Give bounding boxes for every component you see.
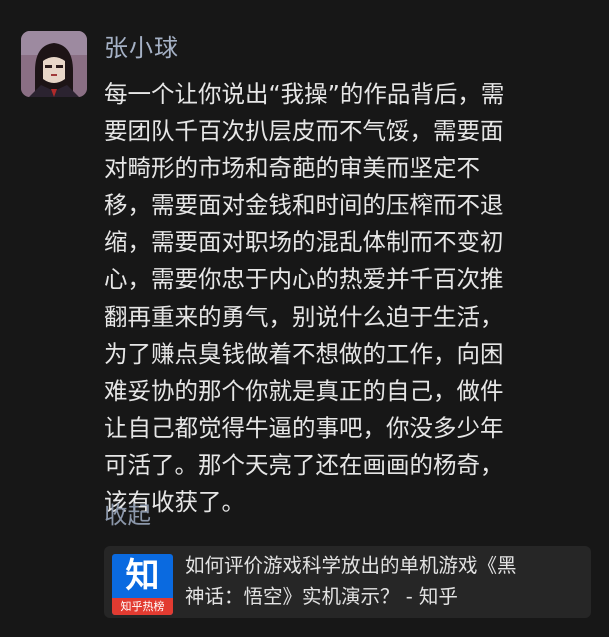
comment-line: 缩，需要面对职场的混乱体制而不变初 — [104, 228, 504, 257]
comment-line: 难妥协的那个你就是真正的自己，做件 — [104, 376, 504, 405]
collapse-button[interactable]: 收起 — [104, 497, 151, 533]
link-title: 如何评价游戏科学放出的单机游戏《黑 神话：悟空》实机演示？ - 知乎 — [185, 550, 585, 612]
comment-line: 对畸形的市场和奇葩的审美而坚定不 — [104, 154, 480, 183]
avatar[interactable] — [21, 31, 87, 97]
link-card[interactable]: 知 知乎热榜 如何评价游戏科学放出的单机游戏《黑 神话：悟空》实机演示？ - 知… — [104, 546, 591, 618]
username[interactable]: 张小球 — [104, 30, 179, 66]
link-title-line: 神话：悟空》实机演示？ - 知乎 — [185, 585, 458, 608]
link-title-line: 如何评价游戏科学放出的单机游戏《黑 — [185, 554, 517, 577]
avatar-portrait-icon — [21, 31, 87, 97]
comment-line: 移，需要面对金钱和时间的压榨而不退 — [104, 191, 504, 220]
comment-body: 每一个让你说出“我操”的作品背后，需 要团队千百次扒层皮而不气馁，需要面 对畸形… — [104, 76, 582, 521]
comment-line: 可活了。那个天亮了还在画画的杨奇， — [104, 450, 504, 479]
comment-line: 为了赚点臭钱做着不想做的工作，向困 — [104, 339, 504, 368]
comment-line: 让自己都觉得牛逼的事吧，你没多少年 — [104, 413, 504, 442]
comment-line: 该有收获了。 — [104, 488, 245, 517]
zhihu-logo-icon: 知 知乎热榜 — [112, 554, 173, 615]
comment-line: 翻再重来的勇气，别说什么迫于生活， — [104, 302, 504, 331]
comment-line: 每一个让你说出“我操”的作品背后，需 — [104, 80, 505, 108]
comment-line: 心，需要你忠于内心的热爱并千百次推 — [104, 265, 504, 294]
comment-item: 张小球 每一个让你说出“我操”的作品背后，需 要团队千百次扒层皮而不气馁，需要面… — [0, 0, 609, 637]
comment-line: 要团队千百次扒层皮而不气馁，需要面 — [104, 117, 504, 146]
hot-list-badge: 知乎热榜 — [112, 598, 173, 615]
zhihu-logo-glyph: 知 — [125, 556, 160, 596]
